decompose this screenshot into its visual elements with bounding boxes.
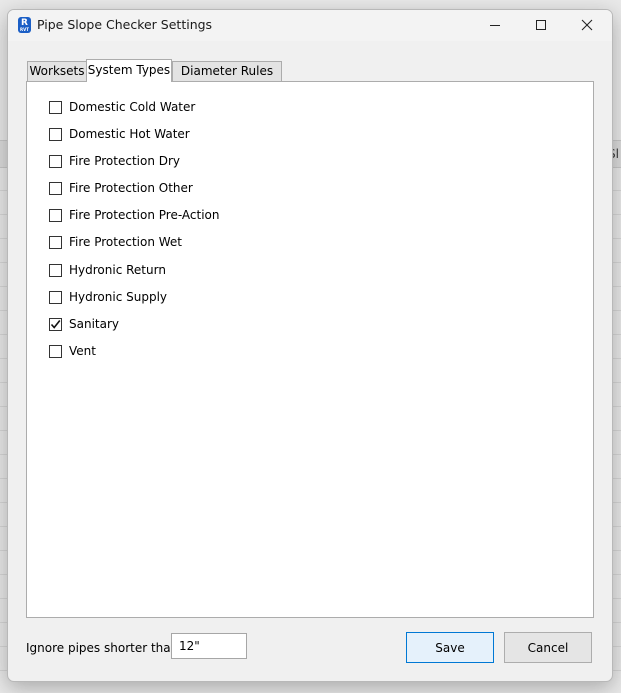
system-type-item[interactable]: Fire Protection Pre-Action [49,206,219,224]
maximize-button[interactable] [518,10,564,41]
checkbox[interactable] [49,290,62,304]
checkbox[interactable] [49,100,62,114]
window-title: Pipe Slope Checker Settings [37,17,213,32]
tab-diameter-rules[interactable]: Diameter Rules [172,61,282,81]
close-button[interactable] [564,10,610,41]
system-type-item[interactable]: Fire Protection Wet [49,233,182,251]
checkbox[interactable] [49,208,62,222]
system-type-item[interactable]: Fire Protection Other [49,179,193,197]
settings-dialog: R RVT Pipe Slope Checker Settings Workse… [7,9,613,682]
system-type-label: Domestic Cold Water [69,100,196,114]
tab-system-types[interactable]: System Types [86,59,172,82]
close-icon [581,19,593,31]
system-type-label: Hydronic Supply [69,290,167,304]
system-type-item[interactable]: Vent [49,342,96,360]
system-type-label: Vent [69,344,96,358]
save-button[interactable]: Save [406,632,494,663]
ignore-pipes-label: Ignore pipes shorter than: [26,641,183,655]
maximize-icon [536,20,546,30]
minimize-button[interactable] [472,10,518,41]
min-length-input[interactable]: 12" [171,633,247,659]
system-type-label: Fire Protection Pre-Action [69,208,220,222]
checkbox[interactable] [49,317,62,331]
system-type-label: Sanitary [69,317,120,331]
system-type-item[interactable]: Domestic Cold Water [49,98,195,116]
checkbox[interactable] [49,181,62,195]
system-type-label: Fire Protection Wet [69,235,183,249]
system-type-label: Hydronic Return [69,263,166,277]
system-type-item[interactable]: Hydronic Return [49,261,166,279]
minimize-icon [490,25,500,26]
checkbox[interactable] [49,127,62,141]
tab-worksets[interactable]: Worksets [27,61,87,81]
system-types-panel: Domestic Cold Water Domestic Hot Water F… [26,81,594,618]
checkbox[interactable] [49,263,62,277]
system-type-item[interactable]: Domestic Hot Water [49,125,190,143]
checkbox[interactable] [49,344,62,358]
checkbox[interactable] [49,154,62,168]
cancel-button[interactable]: Cancel [504,632,592,663]
system-type-label: Fire Protection Other [69,181,193,195]
system-type-item[interactable]: Fire Protection Dry [49,152,180,170]
checkmark-icon [50,319,61,329]
system-type-label: Domestic Hot Water [69,127,190,141]
system-type-item[interactable]: Hydronic Supply [49,288,167,306]
system-type-item[interactable]: Sanitary [49,315,119,333]
title-bar[interactable]: R RVT Pipe Slope Checker Settings [8,10,612,41]
revit-app-icon: R RVT [18,17,31,33]
system-type-label: Fire Protection Dry [69,154,181,168]
checkbox[interactable] [49,235,62,249]
